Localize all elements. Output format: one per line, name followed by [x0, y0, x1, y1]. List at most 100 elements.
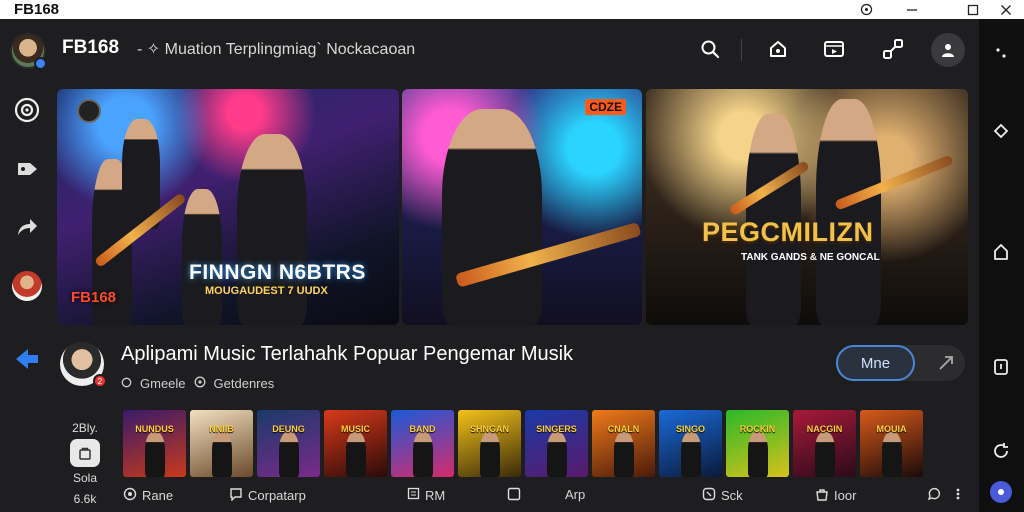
thumbnail-card[interactable]: NACGIN: [793, 410, 856, 477]
stats-bag-icon[interactable]: [70, 439, 100, 467]
artist-figure: [681, 432, 701, 477]
link-icon[interactable]: [987, 117, 1015, 145]
artist-figure: [480, 432, 500, 477]
home-icon[interactable]: [987, 238, 1015, 266]
online-status-dot: [34, 57, 47, 70]
menu-icon[interactable]: [851, 0, 881, 19]
band-member-figure: [816, 99, 881, 325]
banner-card-2[interactable]: CDZE: [402, 89, 642, 325]
meta-circle-icon: [121, 376, 132, 391]
share-arrow-icon[interactable]: [928, 345, 964, 381]
thumbnail-card[interactable]: CNALN: [592, 410, 655, 477]
thumbnail-card[interactable]: ROCKIN: [726, 410, 789, 477]
nav-item-more[interactable]: [955, 487, 961, 504]
banner-title: FINNGN N6BTRS: [189, 261, 366, 284]
nav-item-settings[interactable]: Sck: [702, 487, 743, 504]
thumbnail-strip: NUNDUS NNIIB DEUNG MUSIC BAND SHNGAN SINGERS CN…: [123, 410, 923, 477]
user-avatar[interactable]: [10, 33, 47, 70]
right-system-bar: [979, 19, 1024, 512]
disc-icon[interactable]: [12, 95, 42, 125]
app-window: FB168 - ✧ Muation Terplingmiag` Nockacao…: [0, 19, 979, 512]
featured-channel: 2 Aplipami Music Terlahahk Popuar Pengem…: [0, 337, 979, 407]
nav-label: Sck: [721, 488, 743, 503]
meta-label-2: Getdenres: [213, 376, 275, 391]
playlist-icon: [407, 487, 420, 503]
nav-label: Rane: [142, 488, 174, 503]
thumbnail-title: CNALN: [607, 424, 640, 434]
dots-icon[interactable]: [987, 39, 1015, 67]
settings-icon: [702, 487, 716, 504]
video-icon[interactable]: [820, 35, 848, 63]
share-icon[interactable]: [12, 212, 42, 242]
thumbnail-card[interactable]: NNIIB: [190, 410, 253, 477]
artist-figure: [346, 432, 366, 477]
thumbnail-card[interactable]: MOUIA: [860, 410, 923, 477]
artist-figure: [145, 432, 165, 477]
header: FB168 - ✧ Muation Terplingmiag` Nockacao…: [0, 19, 979, 81]
stats-top: 2Bly.: [72, 421, 98, 435]
bag-icon: [815, 487, 829, 504]
nav-item-square[interactable]: [507, 487, 521, 504]
user-avatar[interactable]: [12, 271, 42, 301]
phone-icon[interactable]: [987, 353, 1015, 381]
help-icon: [927, 487, 941, 504]
thumbnail-card[interactable]: SHNGAN: [458, 410, 521, 477]
square-icon: [507, 487, 521, 504]
home-icon[interactable]: [764, 35, 792, 63]
thumbnail-title: BAND: [409, 424, 436, 434]
thumbnail-card[interactable]: SINGO: [659, 410, 722, 477]
nav-item-chat[interactable]: Corpatarp: [229, 487, 306, 504]
maximize-icon[interactable]: [958, 0, 988, 19]
nav-label: Arp: [565, 487, 586, 502]
action-pill: Mne: [836, 345, 965, 381]
thumbnail-title: SINGO: [675, 424, 705, 434]
nav-item-app[interactable]: Arp: [565, 487, 585, 502]
page-subtitle: - ✧ Muation Terplingmiag` Nockacaoan: [137, 41, 416, 58]
artist-figure: [882, 432, 902, 477]
tag-icon[interactable]: [12, 154, 42, 184]
profile-icon[interactable]: [931, 33, 965, 67]
logo-avatar-icon: [77, 99, 101, 123]
assistant-icon[interactable]: [987, 478, 1015, 506]
thumbnail-card[interactable]: DEUNG: [257, 410, 320, 477]
banner-card-3[interactable]: PEGCMILIZN TANK GANDS & NE GONCAL: [646, 89, 968, 325]
thumbnail-card[interactable]: NUNDUS: [123, 410, 186, 477]
window-titlebar: FB168: [0, 0, 1024, 19]
chat-icon: [229, 487, 243, 504]
window-title: FB168: [14, 1, 60, 18]
artist-figure: [614, 432, 634, 477]
artist-figure: [279, 432, 299, 477]
nav-label: Ioor: [834, 488, 857, 503]
thumbnail-title: ROCKIN: [739, 424, 776, 434]
follow-button[interactable]: Mne: [836, 345, 915, 381]
guitarist-figure: [442, 109, 542, 325]
thumbnail-card[interactable]: BAND: [391, 410, 454, 477]
notification-badge: 2: [93, 374, 107, 388]
thumbnail-title: NACGIN: [806, 424, 843, 434]
nav-item-bag[interactable]: Ioor: [815, 487, 856, 504]
radio-icon: [123, 487, 137, 504]
banner-badge: CDZE: [585, 99, 626, 115]
nav-item-playlist[interactable]: RM: [407, 487, 445, 503]
link-icon[interactable]: [879, 35, 907, 63]
thumbnail-title: DEUNG: [272, 424, 305, 434]
artist-figure: [413, 432, 433, 477]
channel-avatar[interactable]: 2: [60, 342, 107, 388]
thumbnail-title: SHNGAN: [469, 424, 509, 434]
channel-title[interactable]: Aplipami Music Terlahahk Popuar Pengemar…: [121, 343, 573, 366]
banner-card-1[interactable]: FINNGN N6BTRS MOUGAUDEST 7 UUDX FB168: [57, 89, 399, 325]
banner-brand: FB168: [71, 289, 117, 306]
nav-item-radio[interactable]: Rane: [123, 487, 173, 504]
thumbnail-card[interactable]: SINGERS: [525, 410, 588, 477]
refresh-icon[interactable]: [987, 437, 1015, 465]
close-icon[interactable]: [991, 0, 1021, 19]
band-member-figure: [182, 189, 222, 325]
nav-item-help[interactable]: [927, 487, 941, 504]
banner-title: PEGCMILIZN: [702, 217, 874, 247]
thumbnail-card[interactable]: MUSIC: [324, 410, 387, 477]
minimize-icon[interactable]: [897, 0, 927, 19]
nav-label: RM: [425, 487, 446, 503]
channel-meta: Gmeele Getdenres: [121, 376, 274, 391]
search-icon[interactable]: [696, 35, 724, 63]
thumbnail-title: MOUIA: [876, 424, 907, 434]
